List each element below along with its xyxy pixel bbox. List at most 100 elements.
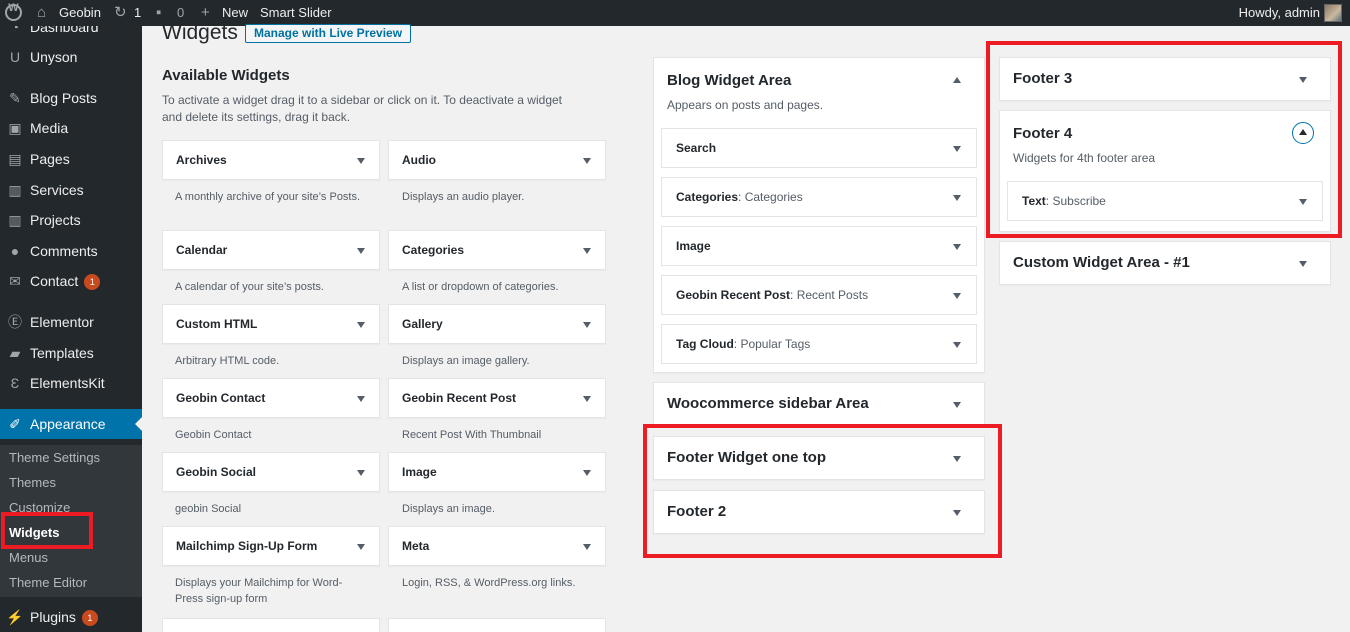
wordpress-logo-icon[interactable] (5, 2, 22, 21)
pages-icon: ▤ (8, 151, 22, 167)
widget-partial[interactable] (388, 618, 606, 632)
widget-title: Image (676, 239, 711, 253)
sidebar-item-elementskit[interactable]: Ɛ ElementsKit (0, 368, 142, 398)
sidebar-item-media[interactable]: ▣ Media (0, 113, 142, 143)
avatar[interactable] (1324, 4, 1342, 22)
widget-description: A list or dropdown of categories. (402, 281, 559, 293)
chevron-down-icon[interactable] (583, 396, 591, 402)
widget-title: Geobin Recent Post (676, 288, 791, 302)
sidebar-item-elementor[interactable]: Ⓔ Elementor (0, 307, 142, 337)
updates-count: 1 (134, 5, 142, 20)
widget-geobin-contact[interactable]: Geobin Contact (162, 378, 380, 418)
widget-title: Geobin Contact (176, 391, 266, 405)
chevron-down-icon[interactable] (583, 248, 591, 254)
howdy-account-link[interactable]: Howdy, admin (1239, 0, 1320, 26)
sidebar-item-label: Contact (30, 273, 79, 289)
smart-slider-link[interactable]: Smart Slider (260, 0, 332, 26)
chevron-down-icon[interactable] (953, 146, 961, 152)
widget-categories[interactable]: Categories: Categories (661, 177, 977, 217)
comments-icon[interactable]: ▪ (156, 0, 161, 26)
chevron-down-icon[interactable] (357, 544, 365, 550)
chevron-down-icon[interactable] (953, 342, 961, 348)
sidebar-item-templates[interactable]: ▰ Templates (0, 338, 142, 368)
sidebar-item-plugins[interactable]: ⚡ Plugins 1 (0, 602, 142, 632)
elementskit-icon: Ɛ (10, 375, 20, 391)
widget-description: geobin Social (175, 503, 242, 515)
chevron-down-icon[interactable] (357, 248, 365, 254)
widget-geobin-social[interactable]: Geobin Social (162, 452, 380, 492)
live-preview-button[interactable]: Manage with Live Preview (245, 24, 412, 43)
widget-partial[interactable] (162, 618, 380, 632)
widget-audio[interactable]: Audio (388, 140, 606, 180)
media-icon: ▣ (8, 120, 22, 136)
sidebar-item-comments[interactable]: ● Comments (0, 236, 142, 266)
sidebar-item-contact[interactable]: ✉ Contact 1 (0, 266, 142, 296)
chevron-down-icon[interactable] (1299, 261, 1307, 267)
submenu-themes[interactable]: Themes (9, 473, 56, 493)
area-title[interactable]: Blog Widget Area (667, 72, 791, 89)
widget-title: Meta (402, 539, 430, 553)
current-menu-arrow (135, 417, 142, 431)
widget-gallery[interactable]: Gallery (388, 304, 606, 344)
chevron-down-icon[interactable] (953, 244, 961, 250)
sidebar-item-services[interactable]: ▥ Services (0, 175, 142, 205)
chevron-down-icon[interactable] (357, 470, 365, 476)
submenu-theme-editor[interactable]: Theme Editor (9, 573, 87, 593)
chevron-down-icon[interactable] (357, 322, 365, 328)
sidebar-item-appearance[interactable]: ✐ Appearance (0, 409, 142, 439)
chevron-down-icon[interactable] (953, 402, 961, 408)
chevron-down-icon[interactable] (583, 470, 591, 476)
chevron-up-icon[interactable] (953, 77, 961, 83)
mail-icon: ✉ (9, 273, 21, 289)
widget-image[interactable]: Image (661, 226, 977, 266)
widget-calendar[interactable]: Calendar (162, 230, 380, 270)
widget-tag-cloud[interactable]: Tag Cloud: Popular Tags (661, 324, 977, 364)
chevron-down-icon[interactable] (583, 158, 591, 164)
sidebar-item-label: Projects (30, 212, 81, 228)
brush-icon: ✐ (9, 416, 21, 432)
custom-widget-area[interactable]: Custom Widget Area - #1 (999, 241, 1331, 285)
widget-mailchimp[interactable]: Mailchimp Sign-Up Form (162, 526, 380, 566)
sidebar-item-projects[interactable]: ▥ Projects (0, 205, 142, 235)
widget-image[interactable]: Image (388, 452, 606, 492)
submenu-theme-settings[interactable]: Theme Settings (9, 448, 100, 468)
updates-icon[interactable]: ↻ (114, 0, 127, 26)
area-title: Custom Widget Area - #1 (1013, 254, 1190, 271)
widget-geobin-recent-post[interactable]: Geobin Recent Post: Recent Posts (661, 275, 977, 315)
available-widgets-description: To activate a widget drag it to a sideba… (162, 93, 562, 124)
widget-title: Mailchimp Sign-Up Form (176, 539, 318, 553)
chevron-down-icon[interactable] (953, 293, 961, 299)
plugins-count-badge: 1 (81, 610, 98, 626)
sidebar-item-label: Elementor (30, 314, 94, 330)
sidebar-item-dashboard[interactable]: ◔ Dashboard (0, 26, 142, 42)
chevron-down-icon[interactable] (953, 195, 961, 201)
sidebar-item-pages[interactable]: ▤ Pages (0, 144, 142, 174)
widget-archives[interactable]: Archives (162, 140, 380, 180)
area-description: Appears on posts and pages. (667, 98, 824, 112)
chevron-down-icon[interactable] (583, 322, 591, 328)
sidebar-item-blog-posts[interactable]: ✎ Blog Posts (0, 83, 142, 113)
sidebar-item-label: Dashboard (30, 26, 99, 35)
widget-geobin-recent-post[interactable]: Geobin Recent Post (388, 378, 606, 418)
plugin-icon: ⚡ (6, 609, 24, 625)
widget-subtitle: : Popular Tags (733, 337, 811, 351)
widget-search[interactable]: Search (661, 128, 977, 168)
woocommerce-sidebar-area[interactable]: Woocommerce sidebar Area (653, 382, 985, 426)
chevron-down-icon[interactable] (583, 544, 591, 550)
widget-subtitle: : Categories (738, 190, 803, 204)
widget-custom-html[interactable]: Custom HTML (162, 304, 380, 344)
widget-categories[interactable]: Categories (388, 230, 606, 270)
chevron-down-icon[interactable] (357, 396, 365, 402)
chevron-down-icon[interactable] (357, 158, 365, 164)
services-icon: ▥ (8, 182, 22, 198)
site-name-link[interactable]: Geobin (59, 0, 101, 26)
widget-title: Archives (176, 153, 227, 167)
area-title: Woocommerce sidebar Area (667, 395, 869, 412)
widget-description: Displays an image. (402, 503, 495, 515)
folder-icon: ▰ (9, 345, 21, 361)
widget-description: Recent Post With Thumbnail (402, 429, 542, 441)
sidebar-item-label: ElementsKit (30, 375, 105, 391)
sidebar-item-unyson[interactable]: U Unyson (0, 42, 142, 72)
submenu-menus[interactable]: Menus (9, 548, 48, 568)
widget-meta[interactable]: Meta (388, 526, 606, 566)
